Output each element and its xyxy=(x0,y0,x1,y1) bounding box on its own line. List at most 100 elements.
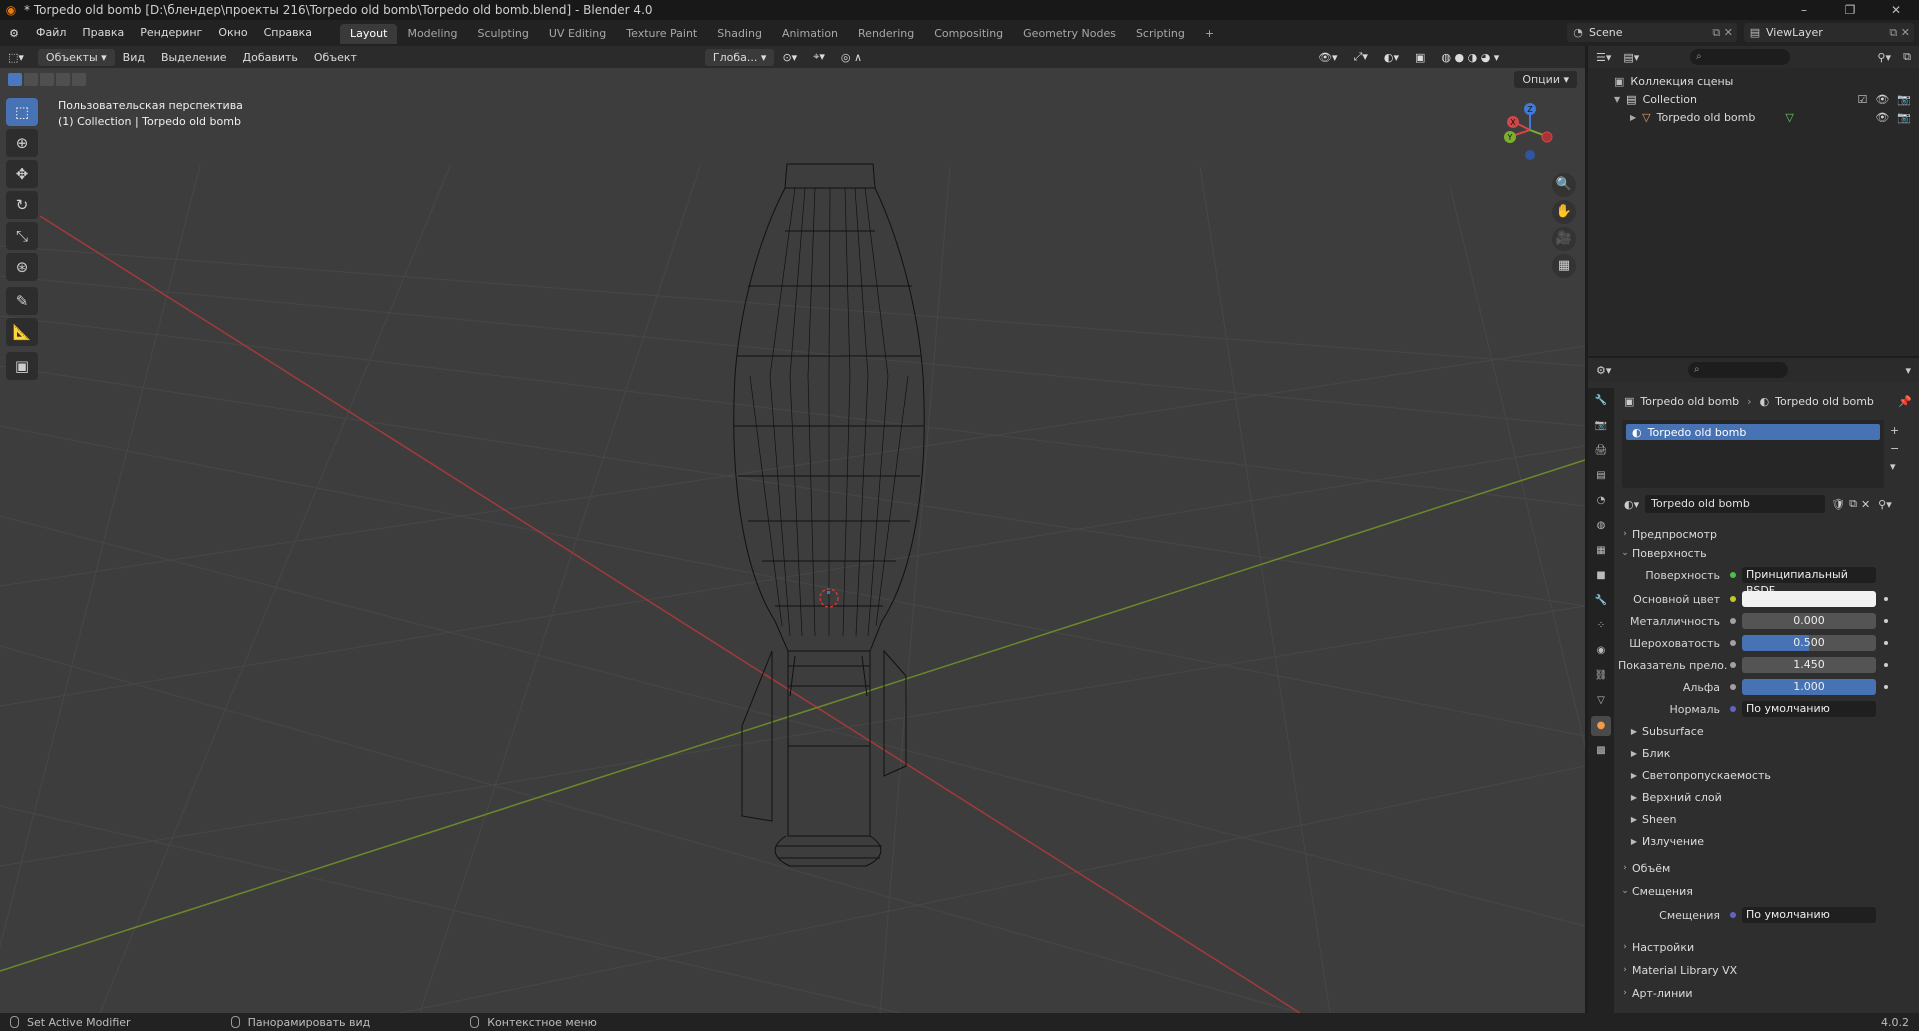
transmission-subpanel[interactable]: ▶ Светопропускаемость xyxy=(1618,766,1908,784)
add-slot-icon[interactable]: + xyxy=(1890,422,1899,440)
tool-tab-icon[interactable]: 🔧 xyxy=(1591,391,1611,411)
material-tab-icon[interactable]: ● xyxy=(1591,716,1611,736)
roughness-socket-icon[interactable] xyxy=(1730,640,1736,646)
tab-geometry-nodes[interactable]: Geometry Nodes xyxy=(1013,24,1126,44)
proportional-edit-icon[interactable]: ◎ ∧ xyxy=(833,51,870,64)
menu-select[interactable]: Выделение xyxy=(153,51,235,64)
select-subtract-icon[interactable] xyxy=(40,72,54,86)
duplicate-material-icon[interactable]: ⧉ xyxy=(1849,497,1857,511)
scene-pin-icon[interactable]: ⧉ ✕ xyxy=(1712,26,1733,40)
settings-panel-header[interactable]: › Настройки xyxy=(1618,937,1908,957)
displacement-socket-icon[interactable] xyxy=(1730,912,1736,918)
measure-tool-icon[interactable]: 📐 xyxy=(6,318,38,346)
collection-camera-icon[interactable]: 📷 xyxy=(1897,93,1911,106)
menu-add[interactable]: Добавить xyxy=(235,51,306,64)
tab-scripting[interactable]: Scripting xyxy=(1126,24,1195,44)
collection-tab-icon[interactable]: ▦ xyxy=(1591,541,1611,561)
material-slot-item[interactable]: ◐ Torpedo old bomb xyxy=(1626,424,1880,440)
gizmo-toggle-icon[interactable]: ⤢▾ xyxy=(1346,50,1376,64)
ior-socket-icon[interactable] xyxy=(1730,662,1736,668)
outliner-search-input[interactable]: ⌕ xyxy=(1690,49,1790,65)
transform-orientation-dropdown[interactable]: Глоба... ▾ xyxy=(704,48,775,66)
visibility-icon[interactable]: 👁▾ xyxy=(1310,51,1346,64)
lineart-panel-header[interactable]: › Арт-линии xyxy=(1618,983,1908,1003)
new-collection-icon[interactable]: ⧉ xyxy=(1903,50,1911,64)
object-camera-icon[interactable]: 📷 xyxy=(1897,111,1911,124)
roughness-keyframe-icon[interactable] xyxy=(1884,641,1888,645)
move-tool-icon[interactable]: ✥ xyxy=(6,160,38,188)
particles-tab-icon[interactable]: ⁘ xyxy=(1591,616,1611,636)
view-layer-selector[interactable]: ▤ ViewLayer ⧉ ✕ xyxy=(1744,23,1914,42)
menu-object[interactable]: Объект xyxy=(306,51,365,64)
tab-layout[interactable]: Layout xyxy=(340,24,398,44)
xray-toggle-icon[interactable]: ▣ xyxy=(1407,51,1433,64)
displacement-panel-header[interactable]: ⌄ Смещения xyxy=(1618,881,1908,901)
collection-row[interactable]: ▼ ▤ Collection ☑ 👁 📷 xyxy=(1588,90,1919,108)
view-layer-tab-icon[interactable]: ▤ xyxy=(1591,466,1611,486)
ior-field[interactable]: 1.450 xyxy=(1742,657,1876,673)
menu-edit[interactable]: Правка xyxy=(74,20,132,46)
alpha-keyframe-icon[interactable] xyxy=(1884,685,1888,689)
material-filter-icon[interactable]: ⚲▾ xyxy=(1878,498,1892,511)
browse-material-icon[interactable]: ◐▾ xyxy=(1624,498,1639,511)
preview-panel-header[interactable]: › Предпросмотр xyxy=(1618,524,1908,544)
object-eye-icon[interactable]: 👁 xyxy=(1875,111,1889,124)
alpha-slider[interactable]: 1.000 xyxy=(1742,679,1876,695)
base-color-swatch[interactable] xyxy=(1742,591,1876,607)
select-invert-icon[interactable] xyxy=(56,72,70,86)
snap-icon[interactable]: ⌖▾ xyxy=(805,50,833,64)
metallic-keyframe-icon[interactable] xyxy=(1884,619,1888,623)
options-dropdown[interactable]: Опции ▾ xyxy=(1514,71,1577,88)
cursor-tool-icon[interactable]: ⊕ xyxy=(6,129,38,157)
add-workspace-icon[interactable]: + xyxy=(1195,24,1224,44)
shading-wireframe-icon[interactable]: ◍ ● ◑ ◕ ▾ xyxy=(1433,51,1507,64)
scene-tab-icon[interactable]: ◔ xyxy=(1591,491,1611,511)
unlink-material-icon[interactable]: ✕ xyxy=(1861,498,1870,511)
remove-slot-icon[interactable]: − xyxy=(1890,440,1899,458)
collection-expand-icon[interactable]: ▼ xyxy=(1614,95,1620,104)
minimize-button[interactable]: – xyxy=(1781,0,1827,20)
transform-tool-icon[interactable]: ⊛ xyxy=(6,253,38,281)
metallic-socket-icon[interactable] xyxy=(1730,618,1736,624)
world-tab-icon[interactable]: ◍ xyxy=(1591,516,1611,536)
menu-window[interactable]: Окно xyxy=(210,20,255,46)
overlay-toggle-icon[interactable]: ◐▾ xyxy=(1376,51,1407,64)
editor-type-icon[interactable]: ⬚▾ xyxy=(0,51,32,64)
slot-menu-icon[interactable]: ▾ xyxy=(1890,458,1899,476)
gizmo-neg-x-icon[interactable] xyxy=(1541,131,1553,143)
pivot-icon[interactable]: ⊙▾ xyxy=(774,51,805,64)
zoom-icon[interactable]: 🔍 xyxy=(1552,173,1576,197)
volume-panel-header[interactable]: › Объём xyxy=(1618,858,1908,878)
coat-subpanel[interactable]: ▶ Верхний слой xyxy=(1618,788,1908,806)
filter-icon[interactable]: ⚲▾ xyxy=(1877,51,1891,64)
pin-icon[interactable]: 📌 xyxy=(1898,395,1912,408)
view-layer-copy-icon[interactable]: ⧉ ✕ xyxy=(1889,26,1910,40)
library-panel-header[interactable]: › Material Library VX xyxy=(1618,960,1908,980)
material-slot-list[interactable]: ◐ Torpedo old bomb xyxy=(1622,420,1884,488)
subsurface-subpanel[interactable]: ▶ Subsurface xyxy=(1618,722,1908,740)
object-expand-icon[interactable]: ▶ xyxy=(1630,113,1636,122)
mode-dropdown[interactable]: Объекты ▾ xyxy=(37,48,115,66)
scale-tool-icon[interactable]: ⤡ xyxy=(6,222,38,250)
tab-shading[interactable]: Shading xyxy=(707,24,772,44)
physics-tab-icon[interactable]: ◉ xyxy=(1591,641,1611,661)
gizmo-neg-z-icon[interactable] xyxy=(1525,150,1535,160)
pan-hand-icon[interactable]: ✋ xyxy=(1552,200,1576,224)
constraints-tab-icon[interactable]: ⛓ xyxy=(1591,666,1611,686)
roughness-slider[interactable]: 0.500 xyxy=(1742,635,1876,651)
metallic-slider[interactable]: 0.000 xyxy=(1742,613,1876,629)
material-name-field[interactable]: Torpedo old bomb xyxy=(1645,495,1826,513)
add-cube-tool-icon[interactable]: ▣ xyxy=(6,352,38,380)
base-color-socket-icon[interactable] xyxy=(1730,596,1736,602)
collection-eye-icon[interactable]: 👁 xyxy=(1875,93,1889,106)
maximize-button[interactable]: ❐ xyxy=(1827,0,1873,20)
tab-modeling[interactable]: Modeling xyxy=(397,24,467,44)
tab-rendering[interactable]: Rendering xyxy=(848,24,924,44)
alpha-socket-icon[interactable] xyxy=(1730,684,1736,690)
menu-render[interactable]: Рендеринг xyxy=(132,20,210,46)
normal-field[interactable]: По умолчанию xyxy=(1742,701,1876,717)
tab-sculpting[interactable]: Sculpting xyxy=(468,24,539,44)
surface-panel-header[interactable]: ⌄ Поверхность xyxy=(1618,543,1908,563)
select-box-tool-icon[interactable]: ⬚ xyxy=(6,98,38,126)
collection-checkbox-icon[interactable]: ☑ xyxy=(1857,93,1867,106)
